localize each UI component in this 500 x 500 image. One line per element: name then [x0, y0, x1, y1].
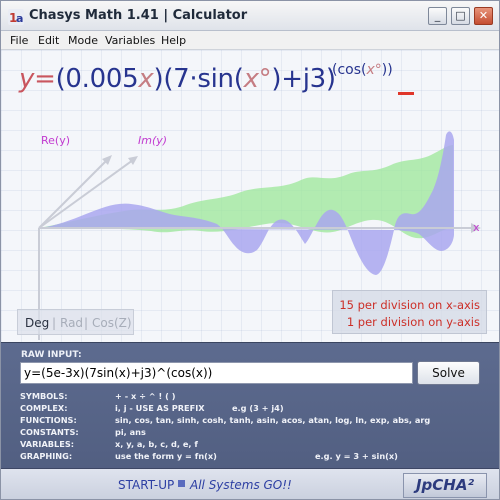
y-scale-text: 1 per division on y-axis [346, 315, 480, 329]
mode-separator: | [52, 316, 57, 330]
menu-variables[interactable]: Variables [105, 34, 155, 47]
x-scale-text: 15 per division on x-axis [339, 298, 480, 312]
angle-mode-selector: Deg | Rad | Cos(Z) [17, 309, 134, 335]
text-cursor [398, 92, 414, 95]
minimize-button[interactable]: _ [428, 7, 447, 25]
app-window: 1 a Chasys Math 1.41 | Calculator _ □ ✕ … [0, 0, 500, 500]
help-key: GRAPHING: [20, 451, 73, 461]
help-row: FUNCTIONS: sin, cos, tan, sinh, cosh, ta… [20, 415, 480, 426]
help-key: COMPLEX: [20, 403, 68, 413]
menu-edit[interactable]: Edit [38, 34, 59, 47]
help-value: x, y, a, b, c, d, e, f [115, 439, 198, 449]
help-key: SYMBOLS: [20, 391, 68, 401]
help-key: VARIABLES: [20, 439, 75, 449]
help-example: e.g (3 + j4) [232, 403, 284, 413]
maximize-button[interactable]: □ [451, 7, 470, 25]
mode-cos[interactable]: Cos(Z) [92, 316, 132, 330]
real-axis-label: Re(y) [41, 134, 71, 147]
help-row: GRAPHING: use the form y = fn(x) e.g. y … [20, 451, 480, 462]
scale-info: 15 per division on x-axis 1 per division… [332, 290, 487, 334]
menu-file[interactable]: File [10, 34, 28, 47]
exponent-x: x° [366, 62, 382, 78]
app-icon: 1 a [8, 9, 24, 25]
mode-separator: | [84, 316, 89, 330]
help-value: i, j - USE AS PREFIX [115, 403, 205, 413]
help-row: SYMBOLS: + - x ÷ ^ ! ( ) [20, 391, 480, 402]
raw-input-field[interactable] [20, 362, 413, 384]
solve-button[interactable]: Solve [417, 361, 480, 385]
equation-base-close: )+j3) [271, 64, 336, 94]
help-row: VARIABLES: x, y, a, b, c, d, e, f [20, 439, 480, 450]
title-bar[interactable]: 1 a Chasys Math 1.41 | Calculator _ □ ✕ [1, 1, 499, 31]
help-value: pi, ans [115, 427, 146, 437]
help-row: CONSTANTS: pi, ans [20, 427, 480, 438]
equation-equals: = [34, 64, 56, 94]
exponent-open: (cos( [332, 62, 367, 78]
input-panel: RAW INPUT: Solve SYMBOLS: + - x ÷ ^ ! ( … [1, 342, 499, 499]
menu-mode[interactable]: Mode [68, 34, 98, 47]
close-button[interactable]: ✕ [474, 7, 493, 25]
brand-logo: JpCHA² [403, 473, 487, 498]
help-example: e.g. y = 3 + sin(x) [315, 451, 398, 461]
status-bar: START-UP All Systems GO!! JpCHA² [1, 468, 499, 499]
equation-base-open: (7·sin( [163, 64, 244, 94]
x-axis-label: x [473, 221, 480, 234]
help-row: COMPLEX: i, j - USE AS PREFIX e.g (3 + j… [20, 403, 480, 414]
equation-exponent: (cos(x°)) [332, 62, 393, 78]
equation-y: y [19, 64, 35, 94]
equation-factor-open: (0.005 [55, 64, 139, 94]
status-label: START-UP [118, 478, 175, 492]
equation-factor-x: x [138, 64, 154, 94]
svg-text:a: a [16, 12, 23, 25]
equation-base-x: x° [243, 64, 272, 94]
menu-bar: File Edit Mode Variables Help [1, 31, 499, 50]
status-message: All Systems GO!! [190, 478, 292, 492]
exponent-close: )) [381, 62, 393, 78]
help-value: sin, cos, tan, sinh, cosh, tanh, asin, a… [115, 415, 431, 425]
raw-input-label: RAW INPUT: [21, 350, 82, 360]
equation-display: y=(0.005x)(7·sin(x°)+j3) [19, 64, 336, 94]
graph-display: y=(0.005x)(7·sin(x°)+j3) (cos(x°)) Re(y)… [1, 50, 499, 342]
window-title: Chasys Math 1.41 | Calculator [29, 8, 248, 23]
help-key: FUNCTIONS: [20, 415, 77, 425]
equation-factor-close: ) [153, 64, 164, 94]
imaginary-axis-label: Im(y) [138, 134, 168, 147]
mode-deg[interactable]: Deg [25, 316, 49, 330]
status-square-icon [178, 480, 185, 487]
mode-rad[interactable]: Rad [60, 316, 83, 330]
help-value: + - x ÷ ^ ! ( ) [115, 391, 176, 401]
help-key: CONSTANTS: [20, 427, 79, 437]
help-value: use the form y = fn(x) [115, 451, 217, 461]
menu-help[interactable]: Help [161, 34, 186, 47]
